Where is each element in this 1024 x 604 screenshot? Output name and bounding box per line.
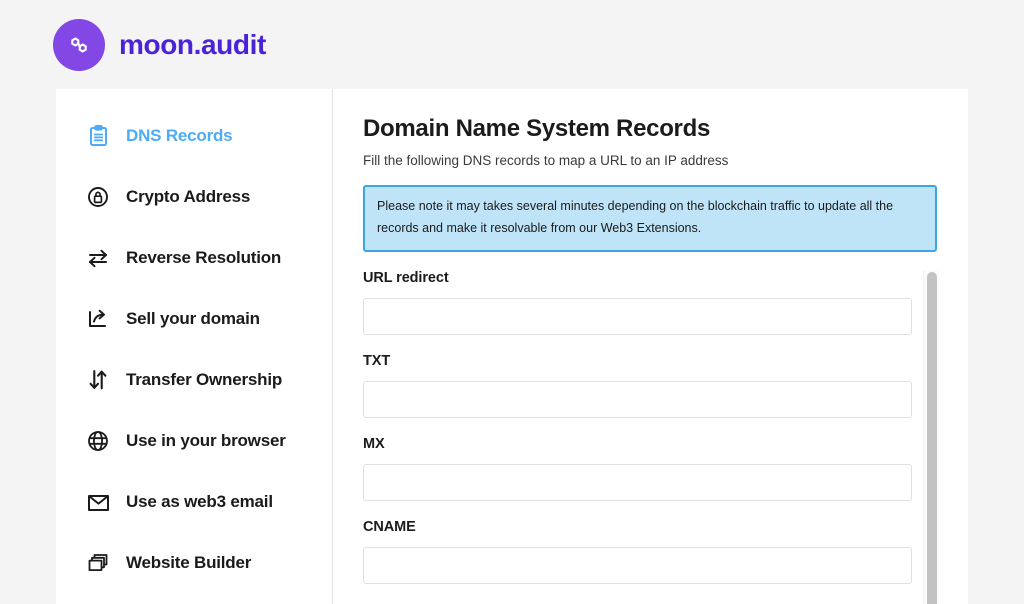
content-panel: Domain Name System Records Fill the foll… [333, 89, 968, 604]
main-card: DNS Records Crypto Address Reverse Resol… [56, 89, 968, 604]
envelope-icon [85, 493, 111, 512]
sidebar-item-label: Use in your browser [126, 431, 286, 450]
lock-circle-icon [85, 186, 111, 208]
cname-input[interactable] [363, 546, 912, 584]
sidebar-item-label: Website Builder [126, 553, 252, 572]
sidebar-item-label: Reverse Resolution [126, 248, 282, 267]
url-redirect-input[interactable] [363, 297, 912, 335]
vertical-scrollbar[interactable] [923, 269, 939, 604]
field-txt: TXT [363, 353, 945, 418]
field-label: TXT [363, 352, 391, 369]
sidebar-item-use-in-your-browser[interactable]: Use in your browser [56, 421, 332, 461]
polygon-logo-icon [53, 18, 105, 71]
up-down-arrows-icon [85, 369, 111, 391]
sidebar: DNS Records Crypto Address Reverse Resol… [56, 89, 333, 604]
page-subtitle: Fill the following DNS records to map a … [363, 153, 729, 168]
field-label: MX [363, 435, 385, 452]
txt-input[interactable] [363, 380, 912, 418]
field-cname: CNAME [363, 519, 945, 584]
field-label: CNAME [363, 518, 416, 535]
dns-records-form: URL redirect TXT MX CNAME [363, 269, 945, 604]
site-header: moon.audit [0, 0, 1024, 89]
sidebar-item-label: DNS Records [126, 126, 233, 145]
swap-arrows-icon [85, 248, 111, 268]
sidebar-item-website-builder[interactable]: Website Builder [56, 543, 332, 583]
field-label: URL redirect [363, 269, 449, 286]
sidebar-item-sell-your-domain[interactable]: Sell your domain [56, 299, 332, 339]
sidebar-item-use-as-web3-email[interactable]: Use as web3 email [56, 482, 332, 522]
scrollbar-thumb[interactable] [927, 271, 937, 604]
sidebar-item-label: Sell your domain [126, 309, 260, 328]
windows-stack-icon [85, 553, 111, 574]
globe-icon [85, 430, 111, 452]
sidebar-item-dns-records[interactable]: DNS Records [56, 116, 332, 156]
page-title: Domain Name System Records [363, 115, 710, 142]
field-mx: MX [363, 436, 945, 501]
sidebar-item-label: Crypto Address [126, 187, 251, 206]
sidebar-item-label: Use as web3 email [126, 492, 273, 511]
mx-input[interactable] [363, 463, 912, 501]
sidebar-item-reverse-resolution[interactable]: Reverse Resolution [56, 238, 332, 278]
sidebar-item-crypto-address[interactable]: Crypto Address [56, 177, 332, 217]
brand-name: moon.audit [119, 28, 266, 60]
info-banner: Please note it may takes several minutes… [363, 185, 937, 252]
clipboard-icon [85, 125, 111, 147]
share-export-icon [85, 309, 111, 329]
brand[interactable]: moon.audit [53, 18, 266, 71]
field-url-redirect: URL redirect [363, 270, 945, 335]
sidebar-item-label: Transfer Ownership [126, 370, 283, 389]
sidebar-item-transfer-ownership[interactable]: Transfer Ownership [56, 360, 332, 400]
